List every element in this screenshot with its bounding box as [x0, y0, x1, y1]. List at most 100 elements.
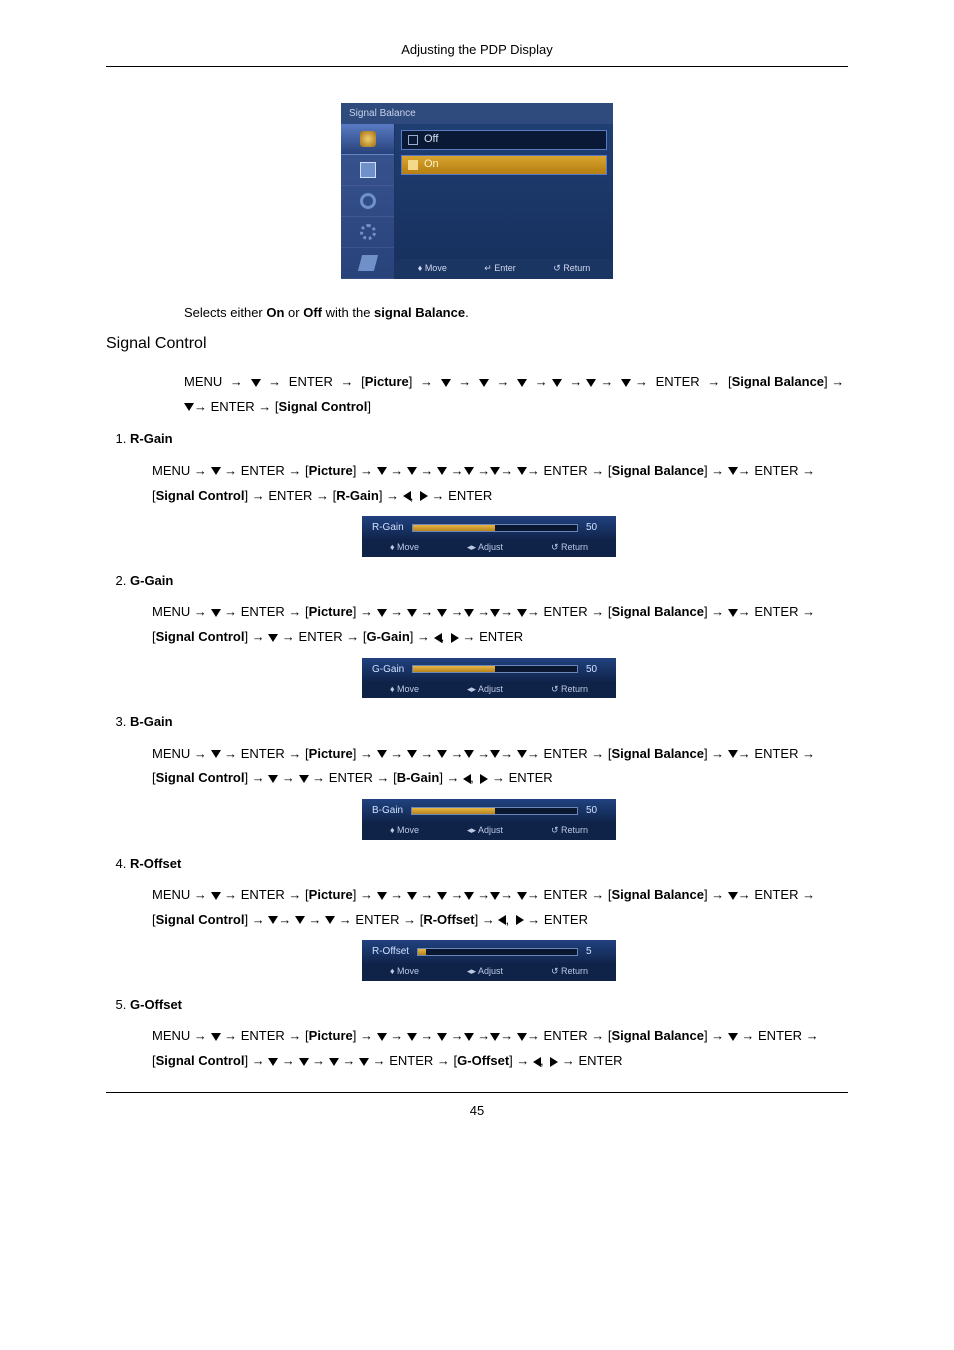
osd-tab-multi[interactable]: [341, 248, 394, 279]
down-icon: [437, 892, 447, 900]
adjust-footer: ♦ Move ◂▸ Adjust ↺ Return: [362, 681, 616, 699]
left-icon: [533, 1057, 541, 1067]
picture-icon: [360, 162, 376, 178]
adjust-footer: ♦ Move ◂▸ Adjust ↺ Return: [362, 963, 616, 981]
adjust-value: 50: [586, 662, 606, 677]
down-icon: [211, 750, 221, 758]
step-nav: MENU → → ENTER → [Picture] → → → → →→ → …: [152, 600, 848, 649]
down-icon: [464, 892, 474, 900]
down-icon: [377, 1033, 387, 1041]
input-icon: [360, 131, 376, 147]
down-icon: [211, 467, 221, 475]
down-icon: [325, 916, 335, 924]
adjust-bar[interactable]: [412, 524, 578, 532]
down-icon: [407, 750, 417, 758]
osd-footer-move: ♦ Move: [418, 262, 447, 276]
down-icon: [464, 609, 474, 617]
left-icon: [498, 915, 506, 925]
right-icon: [420, 491, 428, 501]
down-icon: [407, 467, 417, 475]
osd-option-on[interactable]: On: [401, 155, 607, 175]
osd-tabs: [341, 124, 395, 279]
step-rgain: R-Gain MENU → → ENTER → [Picture] → → → …: [130, 429, 848, 556]
adjust-bar[interactable]: [411, 807, 578, 815]
down-icon: [377, 467, 387, 475]
osd-option-label: Off: [424, 131, 438, 148]
down-icon: [464, 750, 474, 758]
down-icon: [490, 892, 500, 900]
checkbox-icon: [408, 135, 418, 145]
down-icon: [586, 379, 596, 387]
section-title: Signal Control: [106, 332, 848, 356]
down-icon: [621, 379, 631, 387]
adjust-label: B-Gain: [372, 803, 403, 818]
page-footer: 45: [106, 1092, 848, 1121]
page-header: Adjusting the PDP Display: [106, 40, 848, 67]
down-icon: [437, 467, 447, 475]
down-icon: [728, 1033, 738, 1041]
adjust-value: 5: [586, 944, 606, 959]
down-icon: [377, 892, 387, 900]
down-icon: [517, 1033, 527, 1041]
page: Adjusting the PDP Display Signal Balance…: [0, 0, 954, 1150]
step-bgain: B-Gain MENU → → ENTER → [Picture] → → → …: [130, 712, 848, 839]
sound-icon: [360, 193, 376, 209]
down-icon: [464, 1033, 474, 1041]
page-header-text: Adjusting the PDP Display: [401, 42, 553, 57]
adjust-fill: [413, 666, 495, 672]
adjust-value: 50: [586, 803, 606, 818]
step-nav: MENU → → ENTER → [Picture] → → → → →→ → …: [152, 459, 848, 508]
step-roffset: R-Offset MENU → → ENTER → [Picture] → → …: [130, 854, 848, 981]
down-icon: [407, 1033, 417, 1041]
osd-footer-enter: ↵ Enter: [484, 262, 516, 276]
down-icon: [728, 750, 738, 758]
osd-option-off[interactable]: Off: [401, 130, 607, 150]
step-title: R-Offset: [130, 854, 848, 874]
step-ggain: G-Gain MENU → → ENTER → [Picture] → → → …: [130, 571, 848, 698]
down-icon: [359, 1058, 369, 1066]
down-icon: [184, 403, 194, 411]
down-icon: [268, 634, 278, 642]
down-icon: [329, 1058, 339, 1066]
osd-tab-input[interactable]: [341, 124, 394, 155]
osd-title: Signal Balance: [341, 103, 613, 124]
down-icon: [407, 609, 417, 617]
down-icon: [464, 467, 474, 475]
steps-list: R-Gain MENU → → ENTER → [Picture] → → → …: [106, 429, 848, 1073]
down-icon: [490, 609, 500, 617]
adjust-footer: ♦ Move ◂▸ Adjust ↺ Return: [362, 539, 616, 557]
osd-tab-setup[interactable]: [341, 217, 394, 248]
osd-options: Off On: [395, 124, 613, 260]
down-icon: [251, 379, 261, 387]
gear-icon: [360, 224, 376, 240]
adjust-value: 50: [586, 520, 606, 535]
down-icon: [211, 892, 221, 900]
down-icon: [479, 379, 489, 387]
osd-tab-picture[interactable]: [341, 155, 394, 186]
osd-footer: ♦ Move ↵ Enter ↺ Return: [395, 259, 613, 279]
right-icon: [516, 915, 524, 925]
step-nav: MENU → → ENTER → [Picture] → → → → →→ → …: [152, 1024, 848, 1073]
down-icon: [377, 750, 387, 758]
right-icon: [480, 774, 488, 784]
adjust-fill: [413, 525, 495, 531]
down-icon: [407, 892, 417, 900]
osd-panel: Off On ♦ Move ↵ Enter ↺ Return: [395, 124, 613, 279]
down-icon: [490, 750, 500, 758]
multi-icon: [357, 255, 377, 271]
right-icon: [550, 1057, 558, 1067]
adjust-rgain: R-Gain 50 ♦ Move ◂▸ Adjust ↺ Return: [362, 516, 616, 557]
step-title: G-Offset: [130, 995, 848, 1015]
osd-tab-sound[interactable]: [341, 186, 394, 217]
adjust-fill: [412, 808, 494, 814]
adjust-bar[interactable]: [412, 665, 578, 673]
down-icon: [211, 1033, 221, 1041]
adjust-bar[interactable]: [417, 948, 578, 956]
down-icon: [268, 1058, 278, 1066]
osd-body: Off On ♦ Move ↵ Enter ↺ Return: [341, 124, 613, 279]
down-icon: [437, 750, 447, 758]
down-icon: [552, 379, 562, 387]
checkbox-icon: [408, 160, 418, 170]
left-icon: [463, 774, 471, 784]
adjust-roffset: R-Offset 5 ♦ Move ◂▸ Adjust ↺ Return: [362, 940, 616, 981]
